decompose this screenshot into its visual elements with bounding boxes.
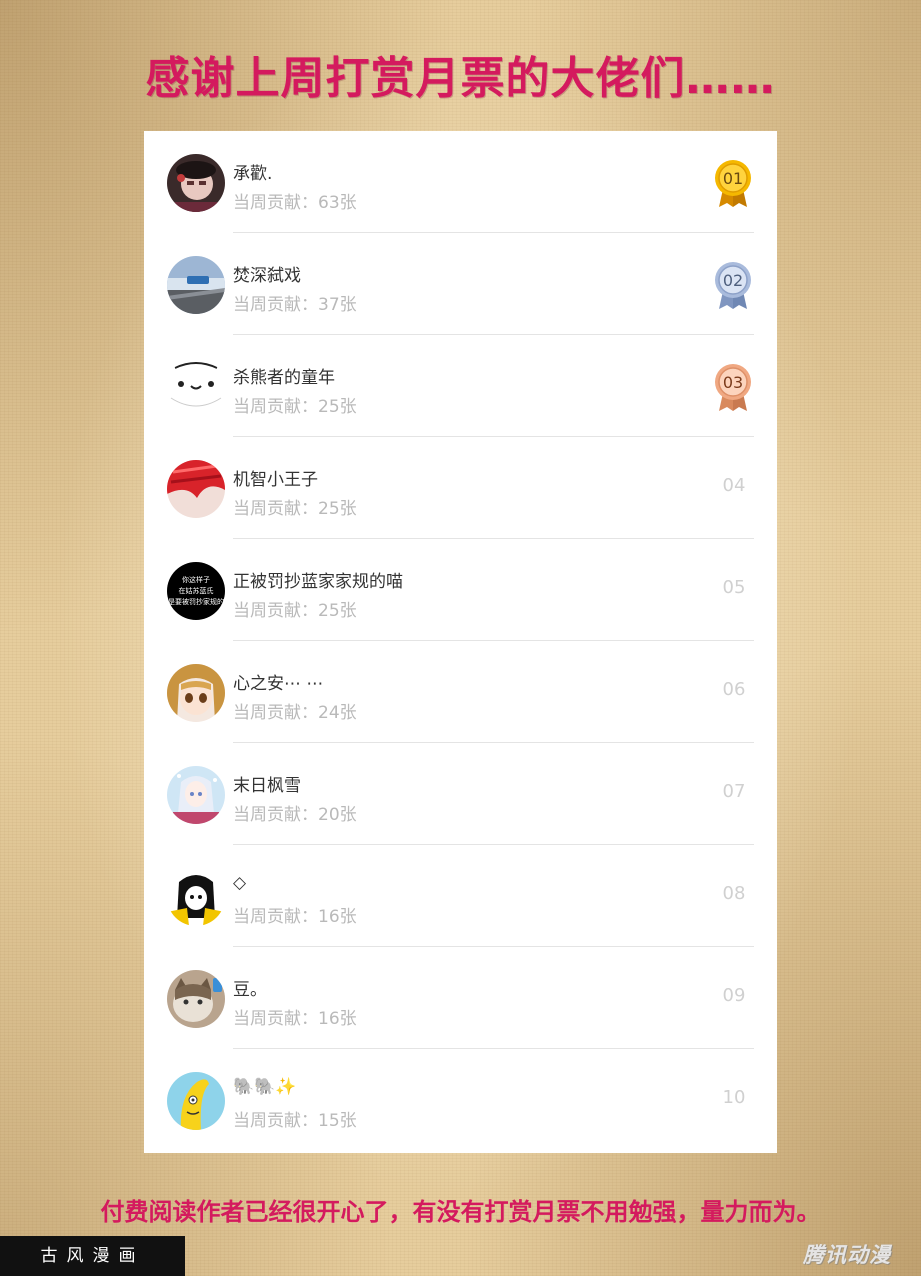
rank-number: 07 [722, 781, 746, 802]
page-title: 感谢上周打赏月票的大佬们…… [145, 53, 776, 104]
contribution: 当周贡献：15张 [233, 1111, 357, 1131]
avatar[interactable] [167, 664, 225, 722]
list-item[interactable]: ◇ 当周贡献：16张 08 [144, 845, 777, 947]
contribution: 当周贡献：16张 [233, 907, 357, 927]
contribution: 当周贡献：25张 [233, 499, 357, 519]
user-name[interactable]: 承歡. [233, 159, 272, 184]
user-name[interactable]: 焚深弑戏 [233, 261, 301, 286]
avatar-text: 你这样子 [182, 575, 210, 584]
rank-number: 04 [722, 475, 746, 496]
contribution: 当周贡献：25张 [233, 601, 357, 621]
user-name[interactable]: 机智小王子 [233, 465, 318, 490]
watermark-logo: 腾讯动漫 [803, 1243, 891, 1267]
list-item[interactable]: 机智小王子 当周贡献：25张 04 [144, 437, 777, 539]
user-name[interactable]: 🐘🐘✨ [233, 1077, 297, 1097]
list-item[interactable]: 承歡. 当周贡献：63张 01 [144, 131, 777, 233]
contribution: 当周贡献：16张 [233, 1009, 357, 1029]
avatar[interactable] [167, 154, 225, 212]
list-item[interactable]: 豆。 当周贡献：16张 09 [144, 947, 777, 1049]
user-name[interactable]: 豆。 [233, 975, 267, 1000]
rank-number: 08 [722, 883, 746, 904]
list-item[interactable]: 心之安⋯ ⋯ 当周贡献：24张 06 [144, 641, 777, 743]
avatar[interactable] [167, 868, 225, 926]
gold-medal-icon: 01 [712, 159, 754, 209]
silver-medal-icon: 02 [712, 261, 754, 311]
rank-number: 06 [722, 679, 746, 700]
list-item[interactable]: 你这样子 在姑苏蓝氏 是要被罚抄家规的 正被罚抄蓝家家规的喵 当周贡献：25张 … [144, 539, 777, 641]
user-name[interactable]: 正被罚抄蓝家家规的喵 [233, 567, 403, 592]
rank-number: 10 [722, 1087, 746, 1108]
footer-note: 付费阅读作者已经很开心了，有没有打赏月票不用勉强，量力而为。 [100, 1198, 821, 1226]
avatar[interactable] [167, 460, 225, 518]
user-name[interactable]: 心之安⋯ ⋯ [233, 669, 323, 694]
list-item[interactable]: 杀熊者的童年 当周贡献：25张 03 [144, 335, 777, 437]
avatar[interactable]: 你这样子 在姑苏蓝氏 是要被罚抄家规的 [167, 562, 225, 620]
user-name[interactable]: ◇ [233, 873, 246, 893]
contribution: 当周贡献：63张 [233, 193, 357, 213]
user-name[interactable]: 杀熊者的童年 [233, 363, 335, 388]
contribution: 当周贡献：24张 [233, 703, 357, 723]
ranking-list: 承歡. 当周贡献：63张 01 焚深弑戏 当周贡献：37张 02 杀熊者的童年 … [144, 131, 777, 1153]
avatar[interactable] [167, 970, 225, 1028]
bronze-medal-icon: 03 [712, 363, 754, 413]
avatar[interactable] [167, 256, 225, 314]
list-item[interactable]: 🐘🐘✨ 当周贡献：15张 10 [144, 1049, 777, 1151]
avatar[interactable] [167, 1072, 225, 1130]
series-badge: 古风漫画 [0, 1236, 185, 1276]
rank-number: 09 [722, 985, 746, 1006]
contribution: 当周贡献：37张 [233, 295, 357, 315]
contribution: 当周贡献：20张 [233, 805, 357, 825]
avatar[interactable] [167, 358, 225, 416]
contribution: 当周贡献：25张 [233, 397, 357, 417]
list-item[interactable]: 焚深弑戏 当周贡献：37张 02 [144, 233, 777, 335]
list-item[interactable]: 末日枫雪 当周贡献：20张 07 [144, 743, 777, 845]
user-name[interactable]: 末日枫雪 [233, 771, 301, 796]
avatar-text: 在姑苏蓝氏 [179, 586, 214, 595]
avatar[interactable] [167, 766, 225, 824]
rank-number: 05 [722, 577, 746, 598]
avatar-text: 是要被罚抄家规的 [168, 597, 224, 606]
